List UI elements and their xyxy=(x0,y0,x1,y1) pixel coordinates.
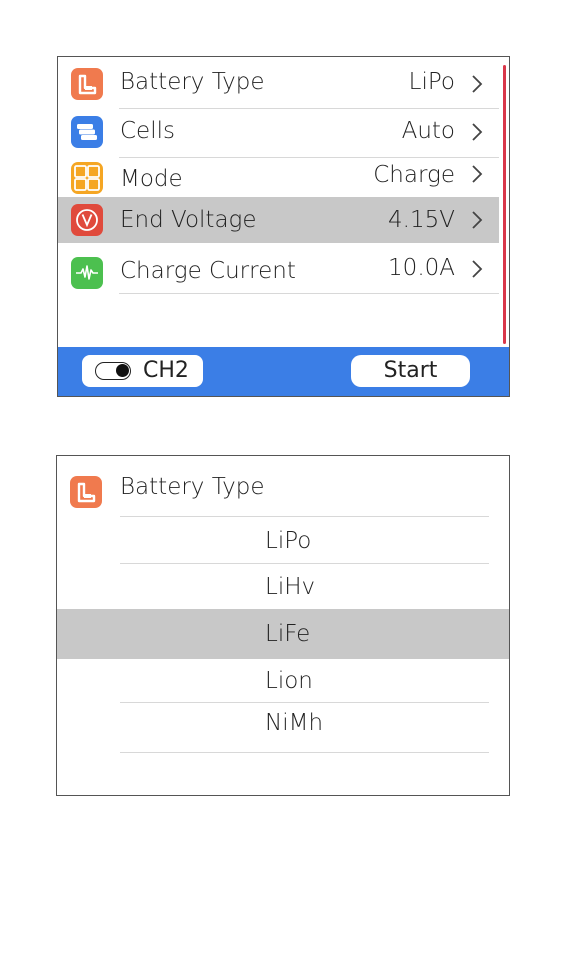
option-nimh[interactable]: NiMh xyxy=(57,703,509,751)
option-label: Lion xyxy=(265,668,313,694)
menu-item-charge-current[interactable]: Charge Current 10.0A xyxy=(58,244,499,294)
settings-screen: Battery Type LiPo Cells Auto Mode Charge… xyxy=(57,56,510,397)
menu-item-value: Auto xyxy=(401,118,455,144)
menu-item-cells[interactable]: Cells Auto xyxy=(58,109,499,158)
option-label: LiHv xyxy=(265,574,316,600)
chevron-right-icon xyxy=(472,260,483,278)
divider xyxy=(119,293,499,294)
menu-item-label: Charge Current xyxy=(120,258,296,284)
battery-type-picker: Battery Type LiPo LiHv LiFe Lion NiMh xyxy=(56,455,510,796)
option-life[interactable]: LiFe xyxy=(57,609,509,659)
menu-item-value: Charge xyxy=(373,162,455,188)
chevron-right-icon xyxy=(472,123,483,141)
battery-icon xyxy=(70,476,102,508)
picker-title: Battery Type xyxy=(120,474,265,500)
menu-item-label: Cells xyxy=(120,118,175,144)
menu-item-value: LiPo xyxy=(408,69,455,95)
menu-item-label: Battery Type xyxy=(120,69,265,95)
menu-item-battery-type[interactable]: Battery Type LiPo xyxy=(58,60,499,109)
option-lion[interactable]: Lion xyxy=(57,659,509,707)
option-lihv[interactable]: LiHv xyxy=(57,564,509,612)
scrollbar[interactable] xyxy=(503,65,506,344)
menu-item-label: Mode xyxy=(120,166,183,192)
channel-label: CH2 xyxy=(143,358,189,383)
option-label: LiPo xyxy=(265,528,312,554)
current-wave-icon xyxy=(71,257,103,289)
cells-stack-icon xyxy=(71,116,103,148)
voltage-icon xyxy=(71,204,103,236)
chevron-right-icon xyxy=(472,211,483,229)
channel-toggle-button[interactable]: CH2 xyxy=(82,355,203,387)
toggle-switch-icon xyxy=(95,362,131,380)
menu-item-value: 4.15V xyxy=(388,207,455,233)
start-button[interactable]: Start xyxy=(351,355,470,387)
menu-item-label: End Voltage xyxy=(120,207,257,233)
option-label: LiFe xyxy=(265,621,311,647)
option-label: NiMh xyxy=(265,710,324,736)
divider xyxy=(120,752,489,753)
chevron-right-icon xyxy=(472,165,483,183)
chevron-right-icon xyxy=(472,75,483,93)
mode-grid-icon xyxy=(71,162,103,194)
battery-icon xyxy=(71,68,103,100)
menu-item-end-voltage[interactable]: End Voltage 4.15V xyxy=(58,197,499,243)
option-lipo[interactable]: LiPo xyxy=(57,517,509,565)
bottom-bar: CH2 Start xyxy=(58,347,509,396)
menu-item-value: 10.0A xyxy=(388,255,455,281)
